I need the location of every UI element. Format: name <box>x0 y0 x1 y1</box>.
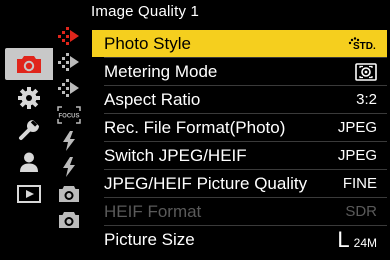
menu-item-label: Switch JPEG/HEIF <box>104 145 247 165</box>
subtab-image-quality-2[interactable] <box>52 49 86 75</box>
multi-metering-icon <box>355 62 377 81</box>
photo-style-icon <box>58 27 79 45</box>
menu-item-switch-jpeg-heif[interactable]: Switch JPEG/HEIF JPEG <box>92 142 387 169</box>
main-tab-bar <box>5 48 53 208</box>
subtab-other-2[interactable] <box>52 207 86 233</box>
menu-item-picture-size[interactable]: Picture Size L 24M <box>92 226 387 253</box>
page-title: Image Quality 1 <box>91 3 200 20</box>
menu-item-value: SDR <box>345 203 377 220</box>
menu-item-label: HEIF Format <box>104 201 202 221</box>
tab-my-menu[interactable] <box>5 146 53 178</box>
menu-item-label: Metering Mode <box>104 61 218 81</box>
menu-item-heif-format[interactable]: HEIF Format SDR <box>92 198 387 225</box>
camera-body-icon <box>59 212 79 228</box>
picture-size-value: L 24M <box>337 226 377 252</box>
svg-text:FOCUS: FOCUS <box>59 114 80 120</box>
menu-item-label: Aspect Ratio <box>104 89 201 109</box>
menu-item-label: Photo Style <box>104 33 191 53</box>
focus-icon: FOCUS <box>57 106 81 124</box>
playback-icon <box>17 185 41 203</box>
camera-body-icon <box>59 186 79 202</box>
gear-icon <box>18 87 40 109</box>
subtab-image-quality-1[interactable] <box>52 23 86 49</box>
photo-style-value: STD. <box>337 36 377 52</box>
flash-icon <box>63 131 75 151</box>
wrench-icon <box>19 120 39 140</box>
menu-item-value: 3:2 <box>356 91 377 108</box>
subtab-focus[interactable]: FOCUS <box>52 102 86 128</box>
subtab-flash-1[interactable] <box>52 128 86 154</box>
subtab-image-quality-3[interactable] <box>52 75 86 101</box>
image-quality-icon <box>58 79 79 97</box>
subcategory-icons: FOCUS <box>52 18 86 258</box>
menu-item-value: JPEG <box>337 119 377 136</box>
tab-photo[interactable] <box>5 48 53 80</box>
menu-item-value: FINE <box>342 175 377 192</box>
camera-icon <box>17 56 41 73</box>
menu-item-rec-file-format[interactable]: Rec. File Format(Photo) JPEG <box>92 114 387 141</box>
subtab-flash-2[interactable] <box>52 154 86 180</box>
menu-item-label: JPEG/HEIF Picture Quality <box>104 173 308 193</box>
image-quality-icon <box>58 53 79 71</box>
menu-item-photo-style[interactable]: Photo Style STD. <box>92 30 387 57</box>
subtab-other-1[interactable] <box>52 181 86 207</box>
person-icon <box>20 152 38 172</box>
menu-item-label: Picture Size <box>104 229 195 249</box>
menu-item-aspect-ratio[interactable]: Aspect Ratio 3:2 <box>92 86 387 113</box>
tab-playback[interactable] <box>5 178 53 210</box>
menu-item-metering-mode[interactable]: Metering Mode <box>92 58 387 85</box>
menu-item-picture-quality[interactable]: JPEG/HEIF Picture Quality FINE <box>92 170 387 197</box>
menu-item-label: Rec. File Format(Photo) <box>104 117 286 137</box>
menu-item-value: JPEG <box>337 147 377 164</box>
tab-setup[interactable] <box>5 114 53 146</box>
flash-icon <box>63 157 75 177</box>
photo-style-standard-icon: STD. <box>347 36 377 52</box>
tab-custom[interactable] <box>5 82 53 114</box>
